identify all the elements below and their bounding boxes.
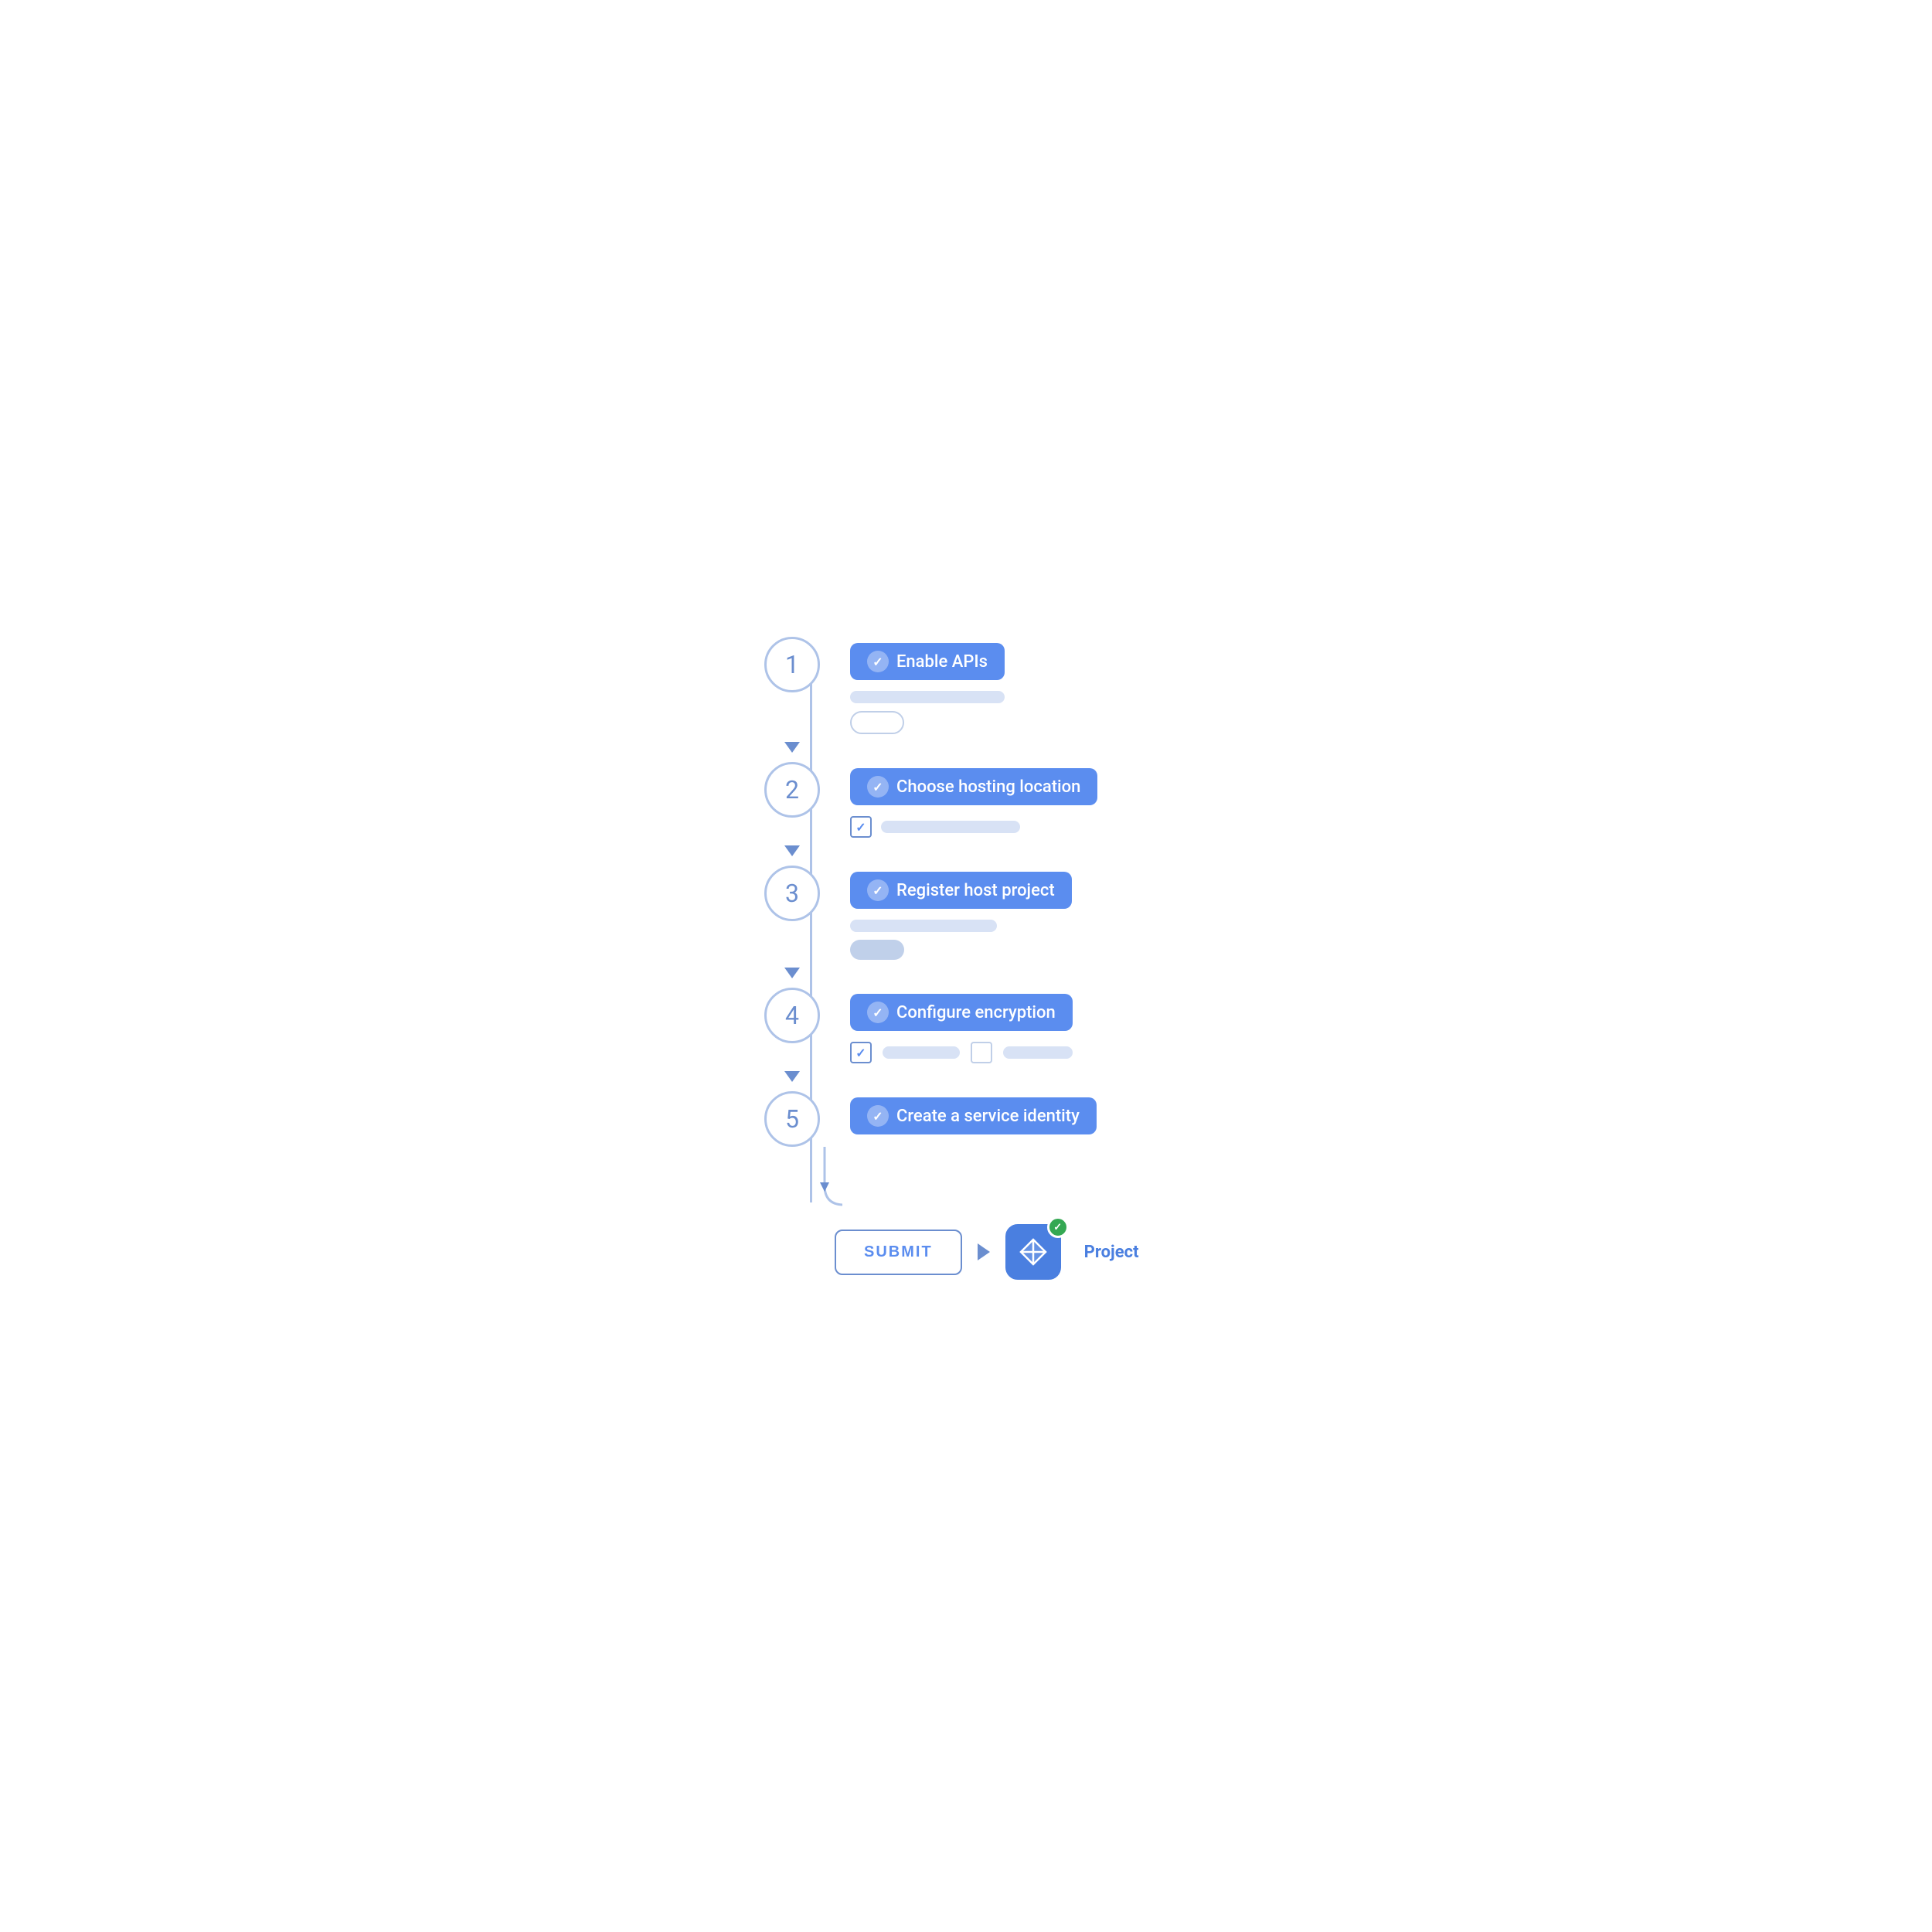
checkbox-4b — [971, 1042, 992, 1063]
step-badge-3: ✓ Register host project — [850, 872, 1072, 909]
check-icon-2: ✓ — [867, 776, 889, 798]
step-row-4: 4 ✓ Configure encryption — [750, 988, 1182, 1070]
curved-connector-svg — [750, 1147, 842, 1216]
green-check-badge — [1047, 1216, 1069, 1238]
sub-pill-3 — [850, 940, 904, 960]
step-badge-5: ✓ Create a service identity — [850, 1097, 1097, 1134]
step-left-1: 1 — [750, 637, 835, 692]
checkbox-2 — [850, 816, 872, 838]
sub-bar-4a — [883, 1046, 960, 1059]
submit-button[interactable]: SUBMIT — [835, 1230, 962, 1275]
arrow-down-4 — [784, 1071, 800, 1082]
sub-bar-3a — [850, 920, 997, 932]
step-circle-3: 3 — [764, 866, 820, 921]
step-row-3: 3 ✓ Register host project — [750, 866, 1182, 966]
step-row-5: 5 ✓ Create a service identity — [750, 1091, 1182, 1147]
arrow-down-3 — [784, 968, 800, 978]
step-row-2: 2 ✓ Choose hosting location — [750, 762, 1182, 844]
sub-inline-4 — [850, 1042, 1182, 1063]
arrow-2 — [750, 844, 835, 858]
step-badge-2: ✓ Choose hosting location — [850, 768, 1097, 805]
arrow-4 — [750, 1070, 835, 1083]
step-content-2: ✓ Choose hosting location — [835, 762, 1182, 844]
project-diamond-svg — [1019, 1237, 1048, 1267]
sub-pill-1 — [850, 711, 904, 734]
step-badge-1: ✓ Enable APIs — [850, 643, 1005, 680]
bottom-connector — [750, 1147, 835, 1216]
sub-bar-2 — [881, 821, 1020, 833]
step-circle-4: 4 — [764, 988, 820, 1043]
step-row-1: 1 ✓ Enable APIs — [750, 637, 1182, 740]
step-badge-4: ✓ Configure encryption — [850, 994, 1073, 1031]
step-left-2: 2 — [750, 762, 835, 818]
sub-checkbox-row-2 — [850, 816, 1182, 838]
diagram-container: 1 ✓ Enable APIs 2 — [734, 606, 1198, 1326]
arrow-down-2 — [784, 845, 800, 856]
arrow-3 — [750, 966, 835, 980]
step-content-5: ✓ Create a service identity — [835, 1091, 1182, 1145]
step-circle-2: 2 — [764, 762, 820, 818]
project-icon-wrap — [1005, 1224, 1061, 1280]
arrow-1 — [750, 740, 835, 754]
sub-bar-1 — [850, 691, 1005, 703]
check-icon-4: ✓ — [867, 1002, 889, 1023]
step-circle-5: 5 — [764, 1091, 820, 1147]
arrow-down-1 — [784, 742, 800, 753]
check-icon-3: ✓ — [867, 879, 889, 901]
sub-items-1 — [850, 691, 1182, 734]
step-left-3: 3 — [750, 866, 835, 921]
step-content-4: ✓ Configure encryption — [835, 988, 1182, 1070]
check-icon-5: ✓ — [867, 1105, 889, 1127]
step-left-5: 5 — [750, 1091, 835, 1147]
arrow-right-icon — [978, 1243, 990, 1260]
checkbox-4a — [850, 1042, 872, 1063]
project-label: Project — [1084, 1243, 1139, 1262]
sub-bar-4b — [1003, 1046, 1073, 1059]
submit-section: SUBMIT Project — [750, 1216, 1182, 1280]
step-circle-1: 1 — [764, 637, 820, 692]
check-icon-1: ✓ — [867, 651, 889, 672]
step-left-4: 4 — [750, 988, 835, 1043]
sub-items-4 — [850, 1042, 1182, 1063]
step-content-3: ✓ Register host project — [835, 866, 1182, 966]
sub-items-2 — [850, 816, 1182, 838]
step-content-1: ✓ Enable APIs — [835, 637, 1182, 740]
sub-items-3 — [850, 920, 1182, 960]
